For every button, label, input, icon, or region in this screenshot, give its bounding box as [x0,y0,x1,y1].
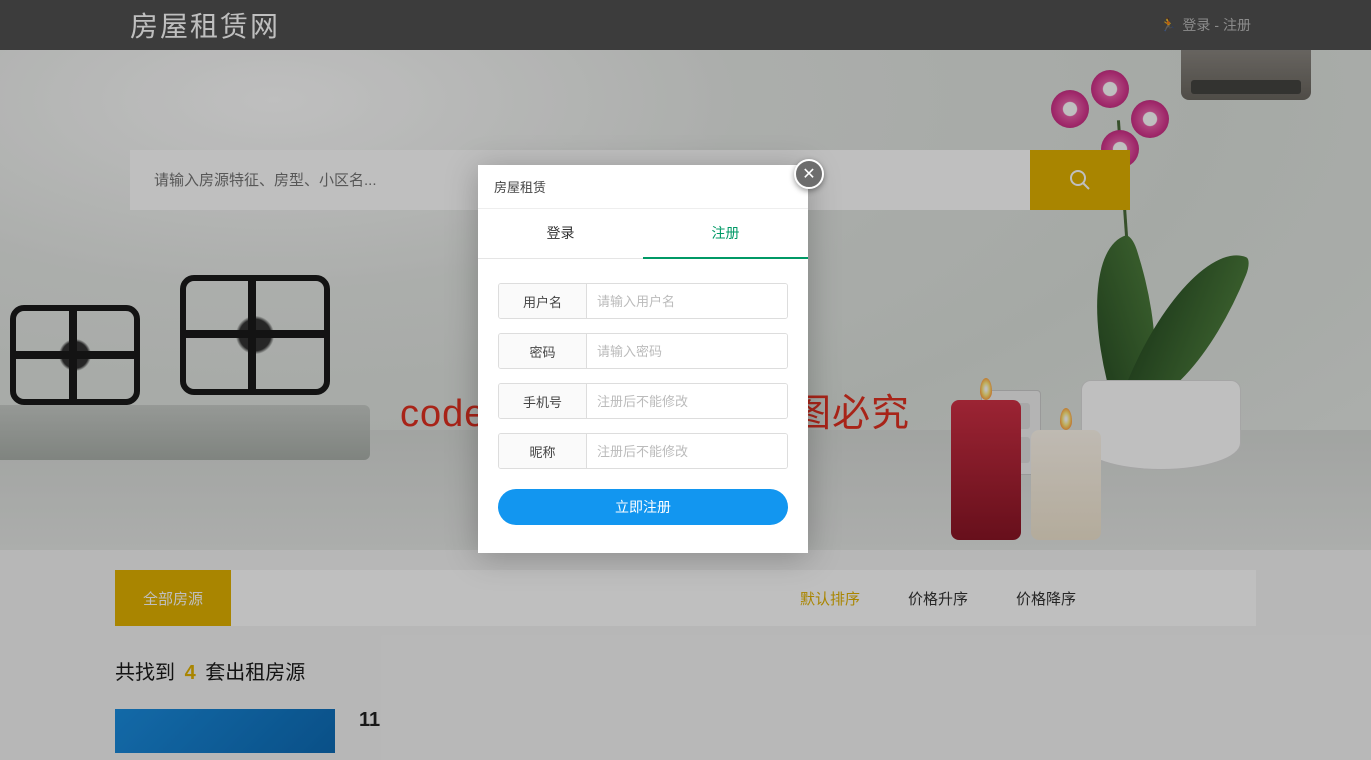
label-username: 用户名 [499,284,587,318]
input-password[interactable] [587,334,787,368]
auth-modal: ✕ 房屋租赁 登录 注册 用户名 密码 手机号 昵称 立即注册 [478,165,808,553]
label-nickname: 昵称 [499,434,587,468]
label-phone: 手机号 [499,384,587,418]
row-phone: 手机号 [498,383,788,419]
tab-register[interactable]: 注册 [643,209,808,259]
modal-body: 用户名 密码 手机号 昵称 立即注册 [478,259,808,553]
register-submit-button[interactable]: 立即注册 [498,489,788,525]
close-icon[interactable]: ✕ [794,159,824,189]
row-password: 密码 [498,333,788,369]
tab-login[interactable]: 登录 [478,209,643,259]
row-nickname: 昵称 [498,433,788,469]
modal-title: 房屋租赁 [478,165,808,209]
row-username: 用户名 [498,283,788,319]
input-nickname[interactable] [587,434,787,468]
label-password: 密码 [499,334,587,368]
input-username[interactable] [587,284,787,318]
modal-tabs: 登录 注册 [478,209,808,259]
input-phone[interactable] [587,384,787,418]
